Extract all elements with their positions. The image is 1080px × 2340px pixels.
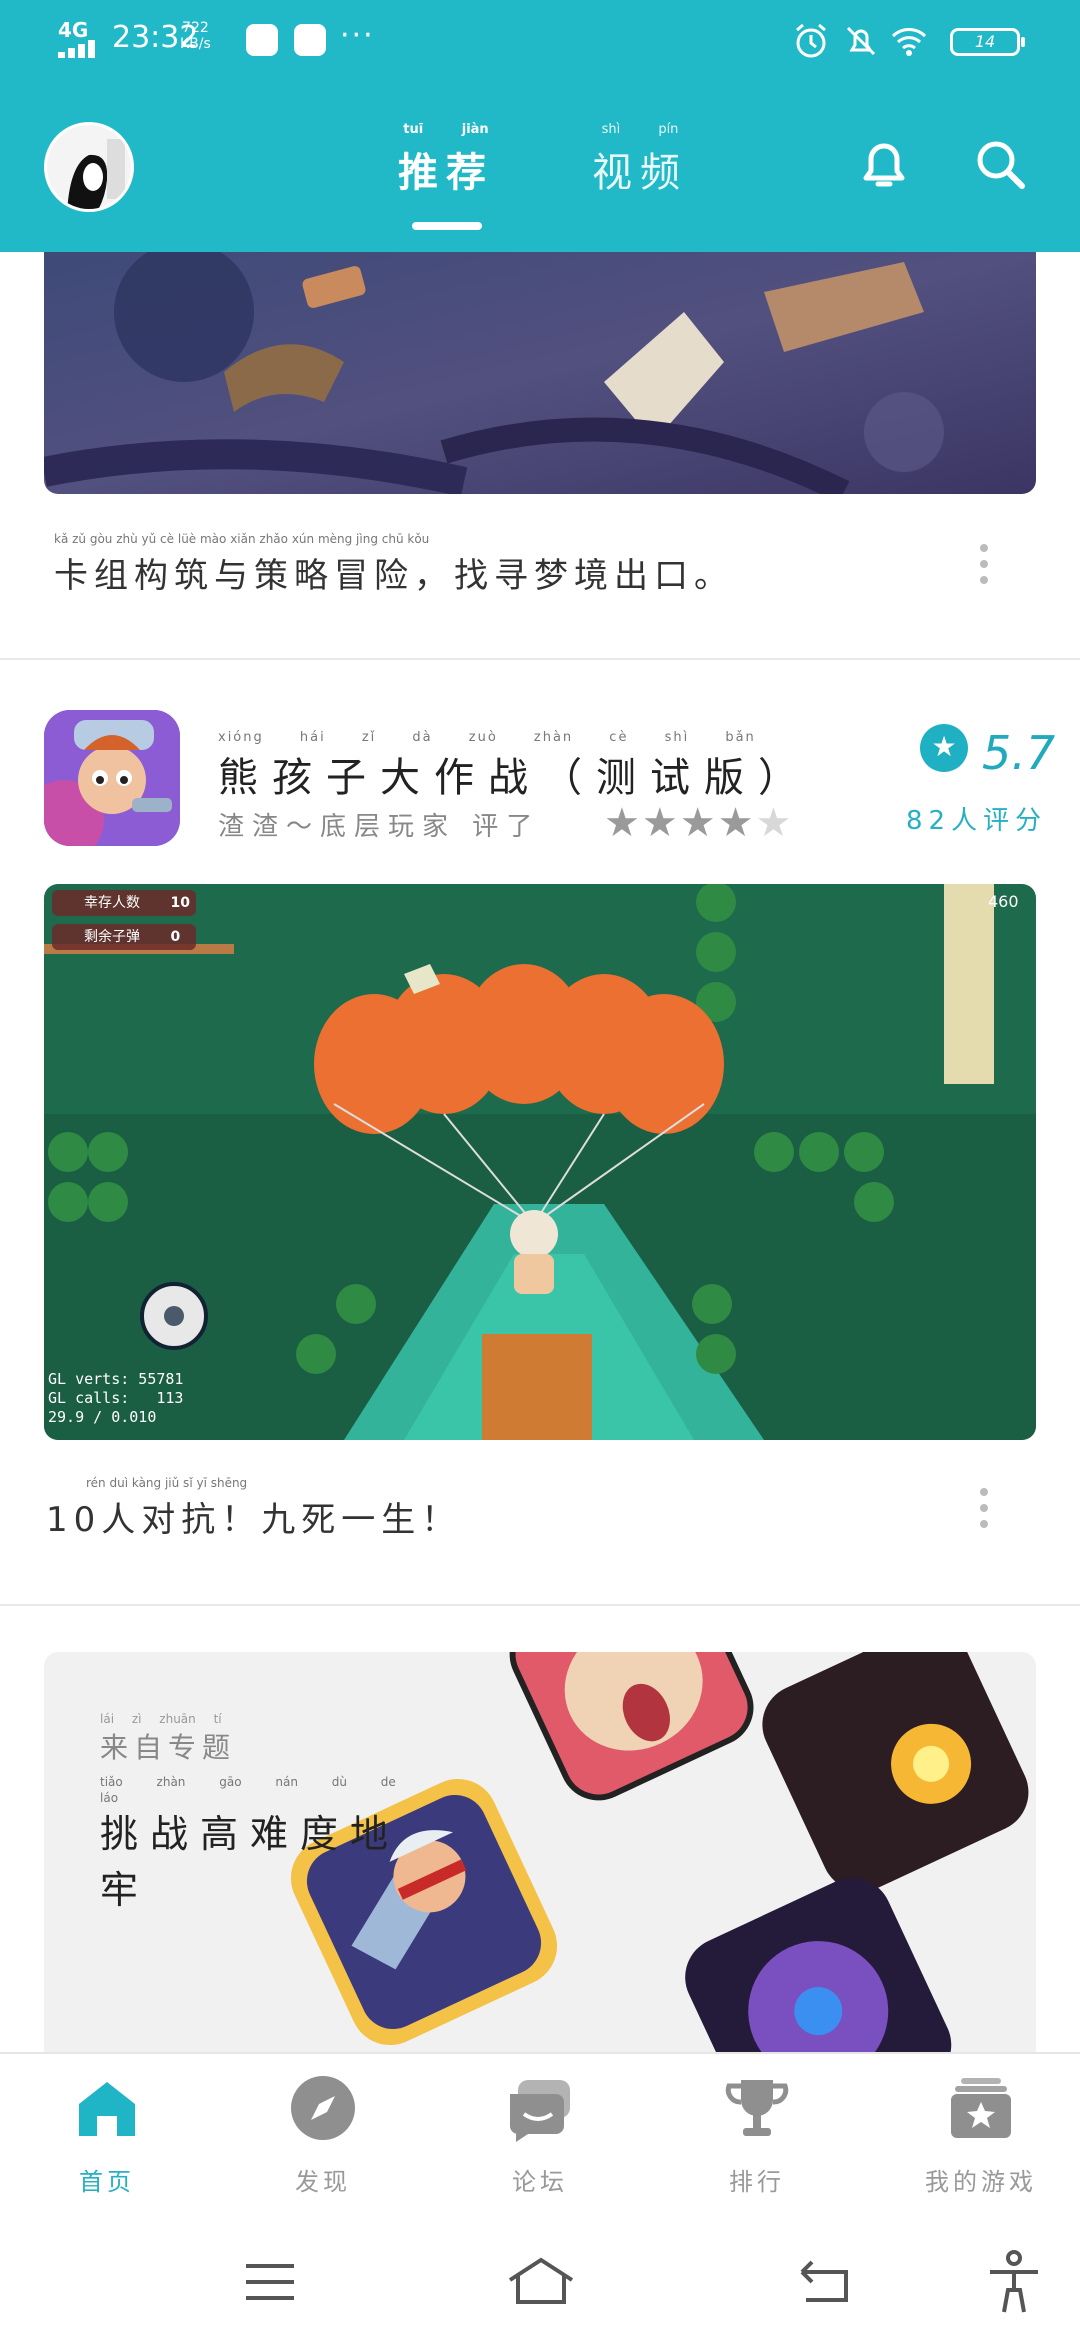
- topic-source-label: lái zì zhuān tí 来自专题: [100, 1712, 237, 1764]
- more-notifications-icon: ···: [340, 18, 375, 53]
- search-icon[interactable]: [968, 132, 1032, 196]
- home-icon: [79, 2082, 135, 2136]
- bell-icon[interactable]: [852, 132, 916, 196]
- tab-video[interactable]: shì pín 视频: [592, 122, 688, 198]
- app-header: 4G 23:32 722 KB/s ··· 14 tuī jiàn 推荐 shì…: [0, 0, 1080, 252]
- nav-my-games[interactable]: 我的游戏: [896, 2072, 1066, 2197]
- star-empty-icon: ★: [755, 800, 792, 846]
- rating-stars: ★★★★★: [604, 800, 793, 846]
- nav-home[interactable]: 首页: [32, 2072, 182, 2197]
- compass-icon: [291, 2076, 355, 2140]
- topic-title: tiǎo zhàn gāo nán dù de láo 挑战高难度地牢: [100, 1775, 401, 1912]
- nav-discover[interactable]: 发现: [248, 2072, 398, 2197]
- mute-icon: [846, 26, 876, 56]
- star-icon: ★: [604, 800, 640, 846]
- game-title[interactable]: xióng hái zǐ dà zuò zhàn cè shì bǎn 熊孩子大…: [218, 730, 812, 803]
- star-icon: ★: [717, 800, 754, 846]
- score-badge: ★ 5.7: [920, 720, 1060, 780]
- bottom-navigation: 首页 发现 论坛 排行 我的游戏: [0, 2052, 1080, 2220]
- signal-icon: [58, 40, 104, 58]
- trophy-icon: [725, 2080, 789, 2136]
- nav-forum[interactable]: 论坛: [465, 2072, 615, 2197]
- hud-counter: 460: [988, 892, 1019, 911]
- banner-caption: kǎ zǔ gòu zhù yǔ cè lüè mào xiǎn zhǎo xú…: [54, 532, 734, 596]
- system-navigation-bar: [0, 2220, 1080, 2340]
- star-badge-icon: ★: [920, 724, 968, 772]
- topic-card[interactable]: lái zì zhuān tí 来自专题 tiǎo zhàn gāo nán d…: [44, 1652, 1036, 2052]
- game-screenshot[interactable]: 幸存人数 10 剩余子弹 0 460 GL verts: 55781 GL cal…: [44, 884, 1036, 1440]
- net-speed: 722 KB/s: [180, 20, 211, 52]
- battery-icon: 14: [950, 28, 1025, 56]
- my-games-icon: [951, 2078, 1011, 2138]
- shop-app-icon: [294, 24, 326, 56]
- video-app-icon: [246, 24, 278, 56]
- menu-icon[interactable]: [238, 2250, 302, 2314]
- game-caption: rén duì kàng jiǔ sǐ yī shēng 10人对抗！九死一生！: [46, 1476, 462, 1540]
- divider: [0, 1604, 1080, 1606]
- hud-survivors: 幸存人数 10: [84, 895, 190, 911]
- network-type: 4G: [58, 18, 89, 42]
- banner-image[interactable]: [44, 252, 1036, 494]
- gl-stats: GL verts: 55781 GL calls: 113 29.9 / 0.010: [48, 1370, 184, 1426]
- back-icon[interactable]: [792, 2250, 856, 2314]
- reviewer-line: 渣渣～底层玩家 评了: [218, 812, 541, 842]
- game-icon[interactable]: [44, 710, 180, 846]
- chat-icon: [510, 2080, 570, 2142]
- wifi-icon: [891, 28, 927, 56]
- raters-count: 82人评分: [906, 806, 1048, 836]
- hud-bullets: 剩余子弹 0: [84, 929, 181, 945]
- alarm-icon: [796, 23, 826, 58]
- accessibility-icon[interactable]: [982, 2250, 1046, 2314]
- home-button-icon[interactable]: [506, 2250, 576, 2314]
- active-tab-indicator: [412, 222, 482, 230]
- star-icon: ★: [641, 800, 678, 846]
- avatar[interactable]: [44, 122, 134, 212]
- more-options-icon[interactable]: [978, 544, 990, 588]
- more-options-icon[interactable]: [978, 1488, 990, 1532]
- tab-recommend[interactable]: tuī jiàn 推荐: [398, 122, 494, 198]
- nav-ranking[interactable]: 排行: [682, 2072, 832, 2197]
- divider: [0, 658, 1080, 660]
- status-bar: 4G 23:32 722 KB/s ··· 14: [0, 0, 1080, 78]
- star-icon: ★: [679, 800, 716, 846]
